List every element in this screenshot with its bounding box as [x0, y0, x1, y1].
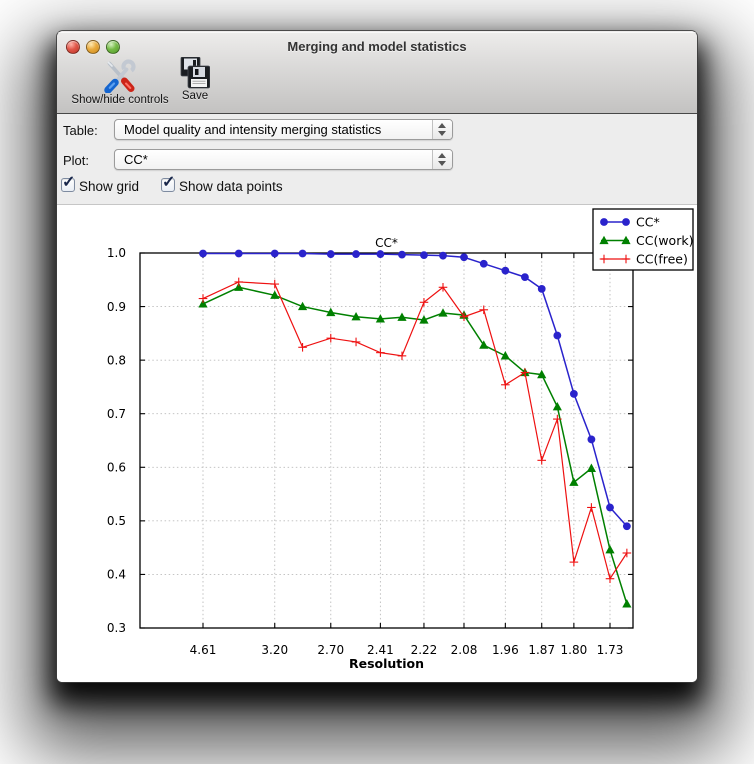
- app-window: Merging and model statistics Show/hide c…: [57, 31, 697, 682]
- save-label: Save: [181, 90, 209, 102]
- minimize-button[interactable]: [86, 40, 100, 54]
- svg-text:0.8: 0.8: [107, 353, 126, 367]
- plot-label: Plot:: [63, 153, 90, 168]
- svg-text:2.41: 2.41: [367, 643, 394, 657]
- floppy-icon: [180, 57, 210, 89]
- table-dropdown-value: Model quality and intensity merging stat…: [124, 122, 382, 137]
- popup-stepper-icon: [432, 150, 452, 169]
- show-grid-checkbox[interactable]: ✓: [61, 174, 75, 192]
- svg-text:1.80: 1.80: [561, 643, 588, 657]
- titlebar[interactable]: Merging and model statistics Show/hide c…: [57, 31, 697, 114]
- show-grid-label: Show grid: [79, 179, 140, 194]
- show-hide-controls-label: Show/hide controls: [71, 94, 169, 106]
- popup-stepper-icon: [432, 120, 452, 139]
- show-data-points-checkbox[interactable]: ✓: [161, 174, 175, 192]
- chart-area: 4.61 3.20 2.70 2.41 2.22 2.08 1.96 1.87 1.80 1.73…: [57, 205, 697, 682]
- traffic-lights: [66, 40, 120, 54]
- svg-text:0.7: 0.7: [107, 407, 126, 421]
- svg-text:0.4: 0.4: [107, 568, 126, 582]
- svg-text:CC*: CC*: [636, 214, 660, 229]
- svg-text:0.6: 0.6: [107, 460, 126, 474]
- zoom-button[interactable]: [106, 40, 120, 54]
- svg-text:1.0: 1.0: [107, 246, 126, 260]
- save-button[interactable]: Save: [171, 57, 219, 102]
- plot-dropdown-value: CC*: [124, 152, 148, 167]
- check-icon: ✓: [62, 174, 76, 191]
- svg-text:CC(work): CC(work): [636, 233, 693, 248]
- close-button[interactable]: [66, 40, 80, 54]
- svg-text:0.3: 0.3: [107, 621, 126, 635]
- table-label: Table:: [63, 123, 98, 138]
- table-dropdown[interactable]: Model quality and intensity merging stat…: [114, 119, 453, 140]
- svg-text:2.70: 2.70: [317, 643, 344, 657]
- plot-dropdown[interactable]: CC*: [114, 149, 453, 170]
- svg-text:2.22: 2.22: [411, 643, 438, 657]
- svg-text:3.20: 3.20: [261, 643, 288, 657]
- svg-text:0.9: 0.9: [107, 300, 126, 314]
- svg-text:1.73: 1.73: [597, 643, 624, 657]
- tools-icon: [104, 59, 136, 93]
- chart-canvas: 4.61 3.20 2.70 2.41 2.22 2.08 1.96 1.87 1.80 1.73…: [107, 208, 694, 671]
- svg-text:1.96: 1.96: [492, 643, 519, 657]
- window-title: Merging and model statistics: [287, 39, 467, 54]
- svg-text:0.5: 0.5: [107, 514, 126, 528]
- svg-text:CC*: CC*: [375, 236, 398, 250]
- show-data-points-label: Show data points: [179, 179, 283, 194]
- svg-text:4.61: 4.61: [190, 643, 217, 657]
- svg-text:CC(free): CC(free): [636, 251, 688, 266]
- show-hide-controls-button[interactable]: Show/hide controls: [65, 57, 175, 106]
- svg-text:Resolution: Resolution: [349, 656, 424, 671]
- svg-text:2.08: 2.08: [451, 643, 478, 657]
- svg-text:1.87: 1.87: [528, 643, 555, 657]
- check-icon: ✓: [162, 174, 176, 191]
- screenshot-stage: Merging and model statistics Show/hide c…: [0, 0, 754, 764]
